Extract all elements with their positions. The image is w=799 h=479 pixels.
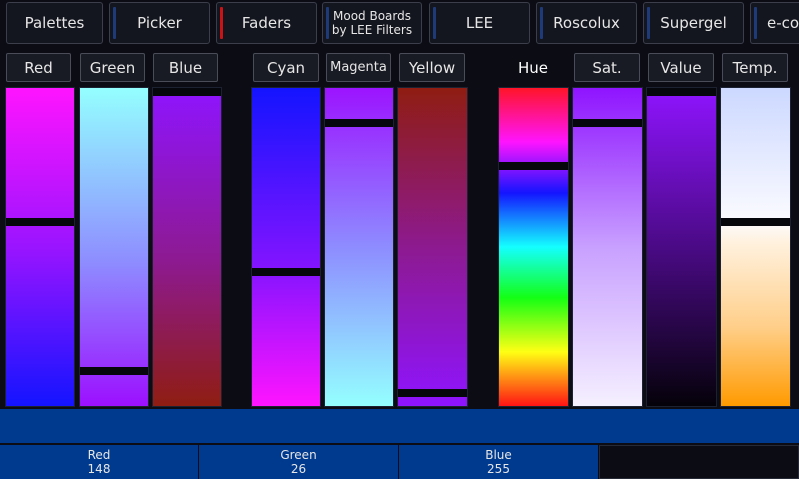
tab-ecolour[interactable]: e-co — [750, 2, 799, 44]
temp-fader-handle[interactable] — [721, 218, 790, 226]
value-fader-handle[interactable] — [647, 88, 716, 96]
green-channel-label: Green — [89, 58, 136, 77]
yellow-fader-handle[interactable] — [398, 389, 467, 397]
tab-faders-label: Faders — [241, 14, 292, 32]
blue-fader-handle[interactable] — [153, 88, 221, 96]
hue-fader[interactable] — [498, 87, 569, 407]
red-readout: Red 148 — [0, 445, 199, 479]
tab-supergel[interactable]: Supergel — [643, 2, 744, 44]
magenta-fader-handle[interactable] — [325, 119, 393, 127]
tab-roscolux[interactable]: Roscolux — [536, 2, 637, 44]
temp-fader[interactable] — [720, 87, 791, 407]
green-fader[interactable] — [79, 87, 149, 407]
tab-roscolux-label: Roscolux — [553, 14, 620, 32]
value-channel-label: Value — [660, 58, 702, 77]
sat-channel-button[interactable]: Sat. — [574, 53, 640, 82]
red-channel-label: Red — [24, 58, 53, 77]
blue-channel-button[interactable]: Blue — [153, 53, 218, 82]
blue-readout: Blue 255 — [399, 445, 599, 479]
green-readout-label: Green — [280, 448, 317, 462]
current-color-swatch — [0, 409, 799, 443]
tab-mood-boards-line1: Mood Boards — [333, 9, 411, 23]
cyan-channel-label: Cyan — [266, 58, 306, 77]
magenta-fader[interactable] — [324, 87, 394, 407]
temp-channel-label: Temp. — [732, 58, 778, 77]
yellow-channel-button[interactable]: Yellow — [399, 53, 465, 82]
green-readout: Green 26 — [199, 445, 399, 479]
tab-mood-boards[interactable]: Mood Boards by LEE Filters — [322, 2, 422, 44]
yellow-fader[interactable] — [397, 87, 468, 407]
tab-bar: Palettes Picker Faders Mood Boards by LE… — [0, 0, 799, 48]
tab-lee[interactable]: LEE — [429, 2, 530, 44]
cyan-channel-button[interactable]: Cyan — [253, 53, 319, 82]
red-fader[interactable] — [5, 87, 75, 407]
temp-channel-button[interactable]: Temp. — [722, 53, 788, 82]
tab-lee-label: LEE — [465, 14, 494, 32]
value-fader[interactable] — [646, 87, 717, 407]
blue-fader[interactable] — [152, 87, 222, 407]
magenta-channel-button[interactable]: Magenta — [326, 53, 391, 82]
blue-channel-label: Blue — [168, 58, 203, 77]
cyan-fader-handle[interactable] — [252, 268, 320, 276]
green-readout-value: 26 — [290, 462, 307, 476]
tab-supergel-label: Supergel — [660, 14, 727, 32]
tab-indicator — [540, 7, 543, 39]
red-readout-label: Red — [87, 448, 111, 462]
tab-mood-boards-line2: by LEE Filters — [331, 23, 413, 37]
green-channel-button[interactable]: Green — [80, 53, 145, 82]
sat-channel-label: Sat. — [592, 58, 622, 77]
tab-faders[interactable]: Faders — [216, 2, 317, 44]
tab-palettes-label: Palettes — [24, 14, 85, 32]
tab-picker[interactable]: Picker — [109, 2, 210, 44]
tab-indicator — [433, 7, 436, 39]
blue-readout-value: 255 — [487, 462, 510, 476]
tab-indicator — [113, 7, 116, 39]
yellow-channel-label: Yellow — [408, 58, 456, 77]
empty-readout-slot — [599, 445, 799, 479]
hue-channel-label: Hue — [517, 58, 548, 77]
green-fader-handle[interactable] — [80, 367, 148, 375]
tab-indicator-active — [220, 7, 223, 39]
hue-fader-handle[interactable] — [499, 162, 568, 170]
tab-indicator — [326, 7, 329, 39]
sat-fader-handle[interactable] — [573, 119, 642, 127]
tab-indicator — [754, 7, 757, 39]
tab-palettes[interactable]: Palettes — [6, 2, 103, 44]
magenta-channel-label: Magenta — [330, 60, 387, 75]
tab-picker-label: Picker — [137, 14, 182, 32]
tab-indicator — [647, 7, 650, 39]
tab-ecolour-label: e-co — [767, 14, 799, 32]
red-readout-value: 148 — [87, 462, 111, 476]
red-channel-button[interactable]: Red — [6, 53, 71, 82]
red-fader-handle[interactable] — [6, 218, 74, 226]
sat-fader[interactable] — [572, 87, 643, 407]
value-channel-button[interactable]: Value — [648, 53, 714, 82]
rgb-readout-bar: Red 148 Green 26 Blue 255 — [0, 445, 799, 479]
blue-readout-label: Blue — [485, 448, 512, 462]
cyan-fader[interactable] — [251, 87, 321, 407]
hue-channel-label-box: Hue — [500, 53, 566, 82]
